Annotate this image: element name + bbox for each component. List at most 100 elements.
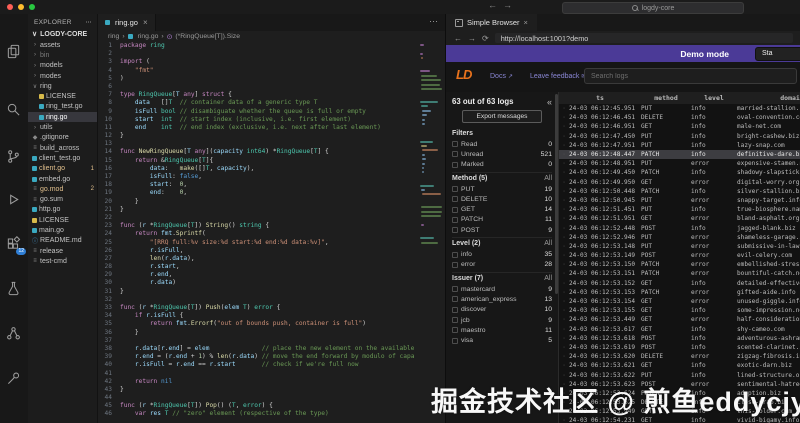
log-row[interactable]: · 24-03 06:12:52.946 PUT error shameless-gar… xyxy=(559,233,800,242)
facet-filter-visa[interactable]: visa 5 xyxy=(452,335,552,345)
facet-filter-PUT[interactable]: PUT 19 xyxy=(452,184,552,194)
close-tab-icon[interactable]: × xyxy=(143,18,148,27)
facet-filter-jcb[interactable]: jcb 9 xyxy=(452,315,552,325)
explorer-actions-icon[interactable]: ⋯ xyxy=(85,18,92,26)
log-row[interactable]: · 24-03 06:12:53.620 DELETE error zigzag-fib… xyxy=(559,352,800,361)
checkbox-icon[interactable] xyxy=(452,251,458,258)
log-row[interactable]: · 24-03 06:12:53.449 GET error half-consider… xyxy=(559,315,800,324)
browser-back-icon[interactable]: ← xyxy=(454,34,462,43)
log-row[interactable]: · 24-03 06:12:47.450 PUT info bright-cashew.… xyxy=(559,132,800,141)
tree-item-ring.go[interactable]: ring.go xyxy=(28,112,97,123)
log-row[interactable]: · 24-03 06:12:49.450 PATCH info shadowy-slap… xyxy=(559,168,800,177)
log-row[interactable]: · 24-03 06:12:46.451 DELETE info oval-conven… xyxy=(559,113,800,122)
browser-reload-icon[interactable]: ⟳ xyxy=(482,34,489,43)
log-row[interactable]: · 24-03 06:12:53.153 PATCH error gifted-aide… xyxy=(559,288,800,297)
collapse-sidebar-icon[interactable]: « xyxy=(547,97,552,107)
source-control-icon[interactable] xyxy=(6,149,22,165)
tree-item-LICENSE[interactable]: LICENSE xyxy=(28,91,97,101)
feedback-link[interactable]: Leave feedback ✉ xyxy=(530,73,586,80)
checkbox-icon[interactable] xyxy=(452,327,458,334)
export-messages-button[interactable]: Export messages xyxy=(462,110,542,123)
facet-filter-DELETE[interactable]: DELETE 10 xyxy=(452,194,552,204)
tools-icon[interactable] xyxy=(6,371,22,387)
facet-all-link[interactable]: All xyxy=(544,240,552,247)
status-filter-Read[interactable]: Read 0 xyxy=(452,139,552,149)
tree-item-ring_test.go[interactable]: ring_test.go xyxy=(28,102,97,112)
checkbox-icon[interactable] xyxy=(452,151,458,158)
explorer-icon[interactable] xyxy=(6,44,22,60)
facet-filter-discover[interactable]: discover 10 xyxy=(452,305,552,315)
editor-more-actions-icon[interactable]: ⋯ xyxy=(429,14,446,31)
facet-filter-PATCH[interactable]: PATCH 11 xyxy=(452,215,552,225)
tree-item-main.go[interactable]: main.go xyxy=(28,225,97,235)
run-debug-icon[interactable] xyxy=(6,192,22,208)
facet-all-link[interactable]: All xyxy=(544,275,552,282)
checkbox-icon[interactable] xyxy=(452,317,458,323)
tree-item-client.go[interactable]: client.go 1 xyxy=(28,164,97,174)
tab-ring-go[interactable]: ring.go × xyxy=(98,14,156,31)
log-row[interactable]: · 24-03 06:12:53.154 GET error unused-giggle… xyxy=(559,297,800,306)
references-icon[interactable] xyxy=(6,326,22,342)
facet-filter-GET[interactable]: GET 14 xyxy=(452,204,552,214)
workspace-root[interactable]: ∨ LOGDY-CORE xyxy=(28,28,97,40)
log-row[interactable]: · 24-03 06:12:45.951 PUT info married-stalli… xyxy=(559,104,800,113)
url-input[interactable]: http://localhost:1001?demo xyxy=(494,33,793,43)
facet-all-link[interactable]: All xyxy=(544,175,552,182)
log-row[interactable]: · 24-03 06:12:51.451 PUT info true-biosphere… xyxy=(559,205,800,214)
minimize-window-button[interactable] xyxy=(18,4,24,10)
tree-item-test-cmd[interactable]: ≡ test-cmd xyxy=(28,256,97,266)
code-area[interactable]: 1 2 3 4 5 6 7 8 9 10 11 12 13 14 15 16 17 18 19 20 21 22 23 24 2… xyxy=(98,42,446,423)
log-row[interactable]: · 24-03 06:12:53.152 GET info detailed-effec… xyxy=(559,279,800,288)
tree-item-ring[interactable]: ∨ ring xyxy=(28,81,97,91)
banner-start-button[interactable]: Sta xyxy=(755,46,800,61)
checkbox-icon[interactable] xyxy=(452,161,458,168)
tab-simple-browser[interactable]: Simple Browser × xyxy=(446,14,537,31)
checkbox-icon[interactable] xyxy=(452,196,458,203)
tree-item-build_across[interactable]: ≡ build_across xyxy=(28,143,97,153)
checkbox-icon[interactable] xyxy=(452,296,458,303)
browser-forward-icon[interactable]: → xyxy=(468,34,476,43)
back-icon[interactable]: ← xyxy=(488,0,503,10)
checkbox-icon[interactable] xyxy=(452,306,458,313)
docs-link[interactable]: Docs ↗ xyxy=(490,73,513,80)
checkbox-icon[interactable] xyxy=(452,186,458,193)
column-header-level[interactable]: level xyxy=(691,94,737,102)
tree-item-go.mod[interactable]: ≡ go.mod 2 xyxy=(28,184,97,194)
tree-item-utils[interactable]: › utils xyxy=(28,122,97,132)
status-filter-Marked[interactable]: Marked 0 xyxy=(452,160,552,170)
tree-item-LICENSE[interactable]: LICENSE xyxy=(28,215,97,225)
checkbox-icon[interactable] xyxy=(452,206,458,213)
column-header-domain[interactable]: domain xyxy=(737,94,800,102)
log-row[interactable]: · 24-03 06:12:53.622 PUT info lined-structur… xyxy=(559,370,800,379)
status-filter-Unread[interactable]: Unread 521 xyxy=(452,149,552,159)
command-center-search[interactable]: logdy-core xyxy=(562,2,744,14)
breadcrumb[interactable]: ring › ring.go › ⊙ (*RingQueue[T]).Size xyxy=(98,31,446,42)
log-row[interactable]: · 24-03 06:12:50.945 PUT error snappy-target… xyxy=(559,196,800,205)
checkbox-icon[interactable] xyxy=(452,261,458,268)
checkbox-icon[interactable] xyxy=(452,227,458,234)
log-row[interactable]: · 24-03 06:12:53.621 GET info exotic-darn.bi… xyxy=(559,361,800,370)
log-row[interactable]: · 24-03 06:12:53.618 POST info adventurous-a… xyxy=(559,334,800,343)
log-row[interactable]: · 24-03 06:12:53.155 GET info some-impressio… xyxy=(559,306,800,315)
log-row[interactable]: · 24-03 06:12:53.151 PATCH error bountiful-c… xyxy=(559,269,800,278)
close-window-button[interactable] xyxy=(7,4,13,10)
checkbox-icon[interactable] xyxy=(452,337,458,344)
close-tab-icon[interactable]: × xyxy=(524,18,528,27)
facet-filter-american_express[interactable]: american_express 13 xyxy=(452,294,552,304)
facet-filter-mastercard[interactable]: mastercard 9 xyxy=(452,284,552,294)
tree-item-client_test.go[interactable]: client_test.go xyxy=(28,153,97,163)
tree-item-models[interactable]: › models xyxy=(28,61,97,71)
forward-icon[interactable]: → xyxy=(503,0,518,10)
column-header-ts[interactable]: ts xyxy=(559,94,641,102)
log-row[interactable]: · 24-03 06:12:48.951 PUT error expensive-sta… xyxy=(559,159,800,168)
minimap[interactable] xyxy=(420,42,445,254)
log-row[interactable]: · 24-03 06:12:52.448 POST info jagged-blank.… xyxy=(559,223,800,232)
facet-filter-error[interactable]: error 28 xyxy=(452,260,552,270)
tree-item-release[interactable]: ≡ release xyxy=(28,246,97,256)
tree-item-modes[interactable]: › modes xyxy=(28,71,97,81)
checkbox-icon[interactable] xyxy=(452,216,458,223)
maximize-window-button[interactable] xyxy=(29,4,35,10)
tree-item-.gitignore[interactable]: ◆ .gitignore xyxy=(28,133,97,143)
extensions-icon[interactable]: 12 xyxy=(6,235,26,255)
facet-filter-info[interactable]: info 35 xyxy=(452,249,552,259)
